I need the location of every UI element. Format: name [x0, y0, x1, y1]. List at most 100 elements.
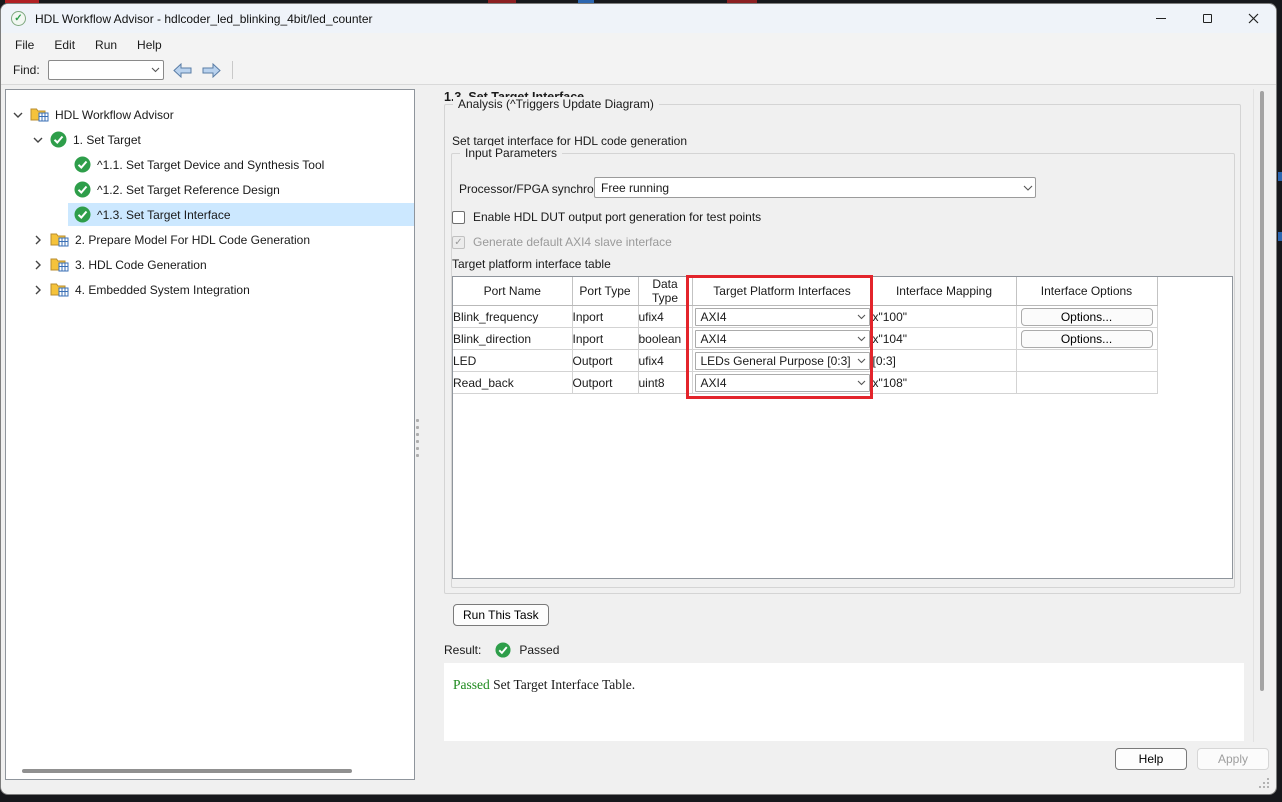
menu-help[interactable]: Help: [127, 35, 172, 55]
interface-value: AXI4: [696, 332, 855, 346]
vertical-scrollbar-track: [1253, 89, 1254, 742]
folder-grid-icon: [30, 107, 49, 122]
chevron-collapsed-icon[interactable]: [32, 259, 44, 271]
apply-button: Apply: [1197, 748, 1269, 770]
interface-options-empty-cell: [1016, 372, 1157, 394]
run-this-task-button[interactable]: Run This Task: [453, 604, 549, 626]
port-name-cell: Read_back: [453, 372, 572, 394]
input-parameters-label: Input Parameters: [460, 146, 562, 160]
panel-splitter[interactable]: [416, 419, 419, 457]
tree-item-label: 1. Set Target: [73, 133, 149, 147]
menubar: File Edit Run Help: [1, 33, 1276, 56]
vertical-scrollbar[interactable]: [1260, 91, 1264, 691]
chevron-collapsed-icon[interactable]: [32, 284, 44, 296]
data-type-cell: boolean: [638, 328, 692, 350]
data-type-cell: ufix4: [638, 350, 692, 372]
tree-item-label: 4. Embedded System Integration: [75, 283, 258, 297]
tree-item-set-target[interactable]: 1. Set Target: [6, 127, 414, 152]
chevron-collapsed-icon[interactable]: [32, 234, 44, 246]
testpoints-checkbox-label: Enable HDL DUT output port generation fo…: [473, 210, 761, 224]
col-interface-options: Interface Options: [1016, 277, 1157, 306]
port-type-cell: Inport: [572, 306, 638, 328]
result-status: Passed: [519, 643, 559, 657]
table-row: Blink_frequency Inport ufix4 AXI4 x"100"…: [453, 306, 1157, 328]
col-interface-mapping: Interface Mapping: [872, 277, 1016, 306]
tree-item-set-target-device[interactable]: ^1.1. Set Target Device and Synthesis To…: [6, 152, 414, 177]
chevron-down-icon: [855, 380, 869, 386]
backdrop-mark: [1278, 232, 1282, 241]
folder-grid-icon: [50, 232, 69, 247]
horizontal-scrollbar[interactable]: [22, 769, 352, 773]
find-label: Find:: [13, 63, 40, 77]
port-name-cell: LED: [453, 350, 572, 372]
passed-check-icon: [74, 206, 91, 223]
close-icon: [1248, 13, 1259, 24]
maximize-icon: [1203, 14, 1212, 23]
menu-file[interactable]: File: [5, 35, 44, 55]
interface-mapping-cell: x"104": [872, 328, 1016, 350]
interface-dropdown[interactable]: AXI4: [695, 308, 870, 326]
tree-item-set-target-reference[interactable]: ^1.2. Set Target Reference Design: [6, 177, 414, 202]
interface-dropdown[interactable]: LEDs General Purpose [0:3]: [695, 352, 870, 370]
interface-dropdown[interactable]: AXI4: [695, 374, 870, 392]
interface-mapping-cell: x"100": [872, 306, 1016, 328]
passed-check-icon: [74, 156, 91, 173]
close-button[interactable]: [1230, 4, 1276, 33]
maximize-button[interactable]: [1184, 4, 1230, 33]
table-row: LED Outport ufix4 LEDs General Purpose […: [453, 350, 1157, 372]
result-message-status: Passed: [453, 677, 490, 692]
tree-item-label: 2. Prepare Model For HDL Code Generation: [75, 233, 318, 247]
testpoints-checkbox-row[interactable]: Enable HDL DUT output port generation fo…: [452, 210, 761, 224]
tree-item-label: HDL Workflow Advisor: [55, 108, 182, 122]
col-port-type: Port Type: [572, 277, 638, 306]
interface-value: AXI4: [696, 310, 855, 324]
interface-value: LEDs General Purpose [0:3]: [696, 354, 855, 368]
checkbox-unchecked-icon[interactable]: [452, 211, 465, 224]
minimize-button[interactable]: [1138, 4, 1184, 33]
port-type-cell: Outport: [572, 350, 638, 372]
result-report-area: Passed Set Target Interface Table.: [444, 663, 1244, 741]
titlebar: ✓ HDL Workflow Advisor - hdlcoder_led_bl…: [1, 4, 1276, 33]
table-header-row: Port Name Port Type Data Type Target Pla…: [453, 277, 1157, 306]
chevron-down-icon[interactable]: [149, 67, 163, 73]
find-combobox[interactable]: [48, 60, 164, 80]
sync-dropdown[interactable]: Free running: [594, 177, 1036, 198]
chevron-down-icon: [1021, 185, 1035, 191]
help-button[interactable]: Help: [1115, 748, 1187, 770]
find-previous-button[interactable]: [172, 61, 193, 80]
options-button[interactable]: Options...: [1021, 330, 1153, 348]
tree-item-embedded-system-integration[interactable]: 4. Embedded System Integration: [6, 277, 414, 302]
tree-item-prepare-model[interactable]: 2. Prepare Model For HDL Code Generation: [6, 227, 414, 252]
port-name-cell: Blink_frequency: [453, 306, 572, 328]
menu-run[interactable]: Run: [85, 35, 127, 55]
window-title: HDL Workflow Advisor - hdlcoder_led_blin…: [35, 12, 373, 26]
tree-item-hdl-code-generation[interactable]: 3. HDL Code Generation: [6, 252, 414, 277]
result-message-text: Set Target Interface Table.: [490, 677, 635, 692]
backdrop-mark: [1278, 172, 1282, 181]
tree-item-set-target-interface[interactable]: ^1.3. Set Target Interface: [6, 202, 414, 227]
menu-edit[interactable]: Edit: [44, 35, 85, 55]
chevron-down-icon: [855, 336, 869, 342]
col-data-type: Data Type: [638, 277, 692, 306]
target-platform-interface-table: Port Name Port Type Data Type Target Pla…: [452, 276, 1233, 579]
resize-grip-icon[interactable]: [1257, 776, 1270, 789]
checkbox-checked-disabled-icon: ✓: [452, 236, 465, 249]
app-check-icon: ✓: [11, 11, 26, 26]
interface-dropdown[interactable]: AXI4: [695, 330, 870, 348]
minimize-icon: [1156, 18, 1166, 19]
data-type-cell: ufix4: [638, 306, 692, 328]
chevron-expanded-icon[interactable]: [32, 134, 44, 146]
chevron-expanded-icon[interactable]: [12, 109, 24, 121]
tree-item-hdl-workflow-advisor[interactable]: HDL Workflow Advisor: [6, 102, 414, 127]
interface-options-empty-cell: [1016, 350, 1157, 372]
options-button[interactable]: Options...: [1021, 308, 1153, 326]
col-port-name: Port Name: [453, 277, 572, 306]
find-next-button[interactable]: [201, 61, 222, 80]
chevron-down-icon: [855, 358, 869, 364]
arrow-left-icon: [173, 63, 192, 78]
result-label: Result:: [444, 643, 481, 657]
arrow-right-icon: [202, 63, 221, 78]
chevron-down-icon: [855, 314, 869, 320]
port-type-cell: Outport: [572, 372, 638, 394]
find-input[interactable]: [49, 62, 149, 78]
